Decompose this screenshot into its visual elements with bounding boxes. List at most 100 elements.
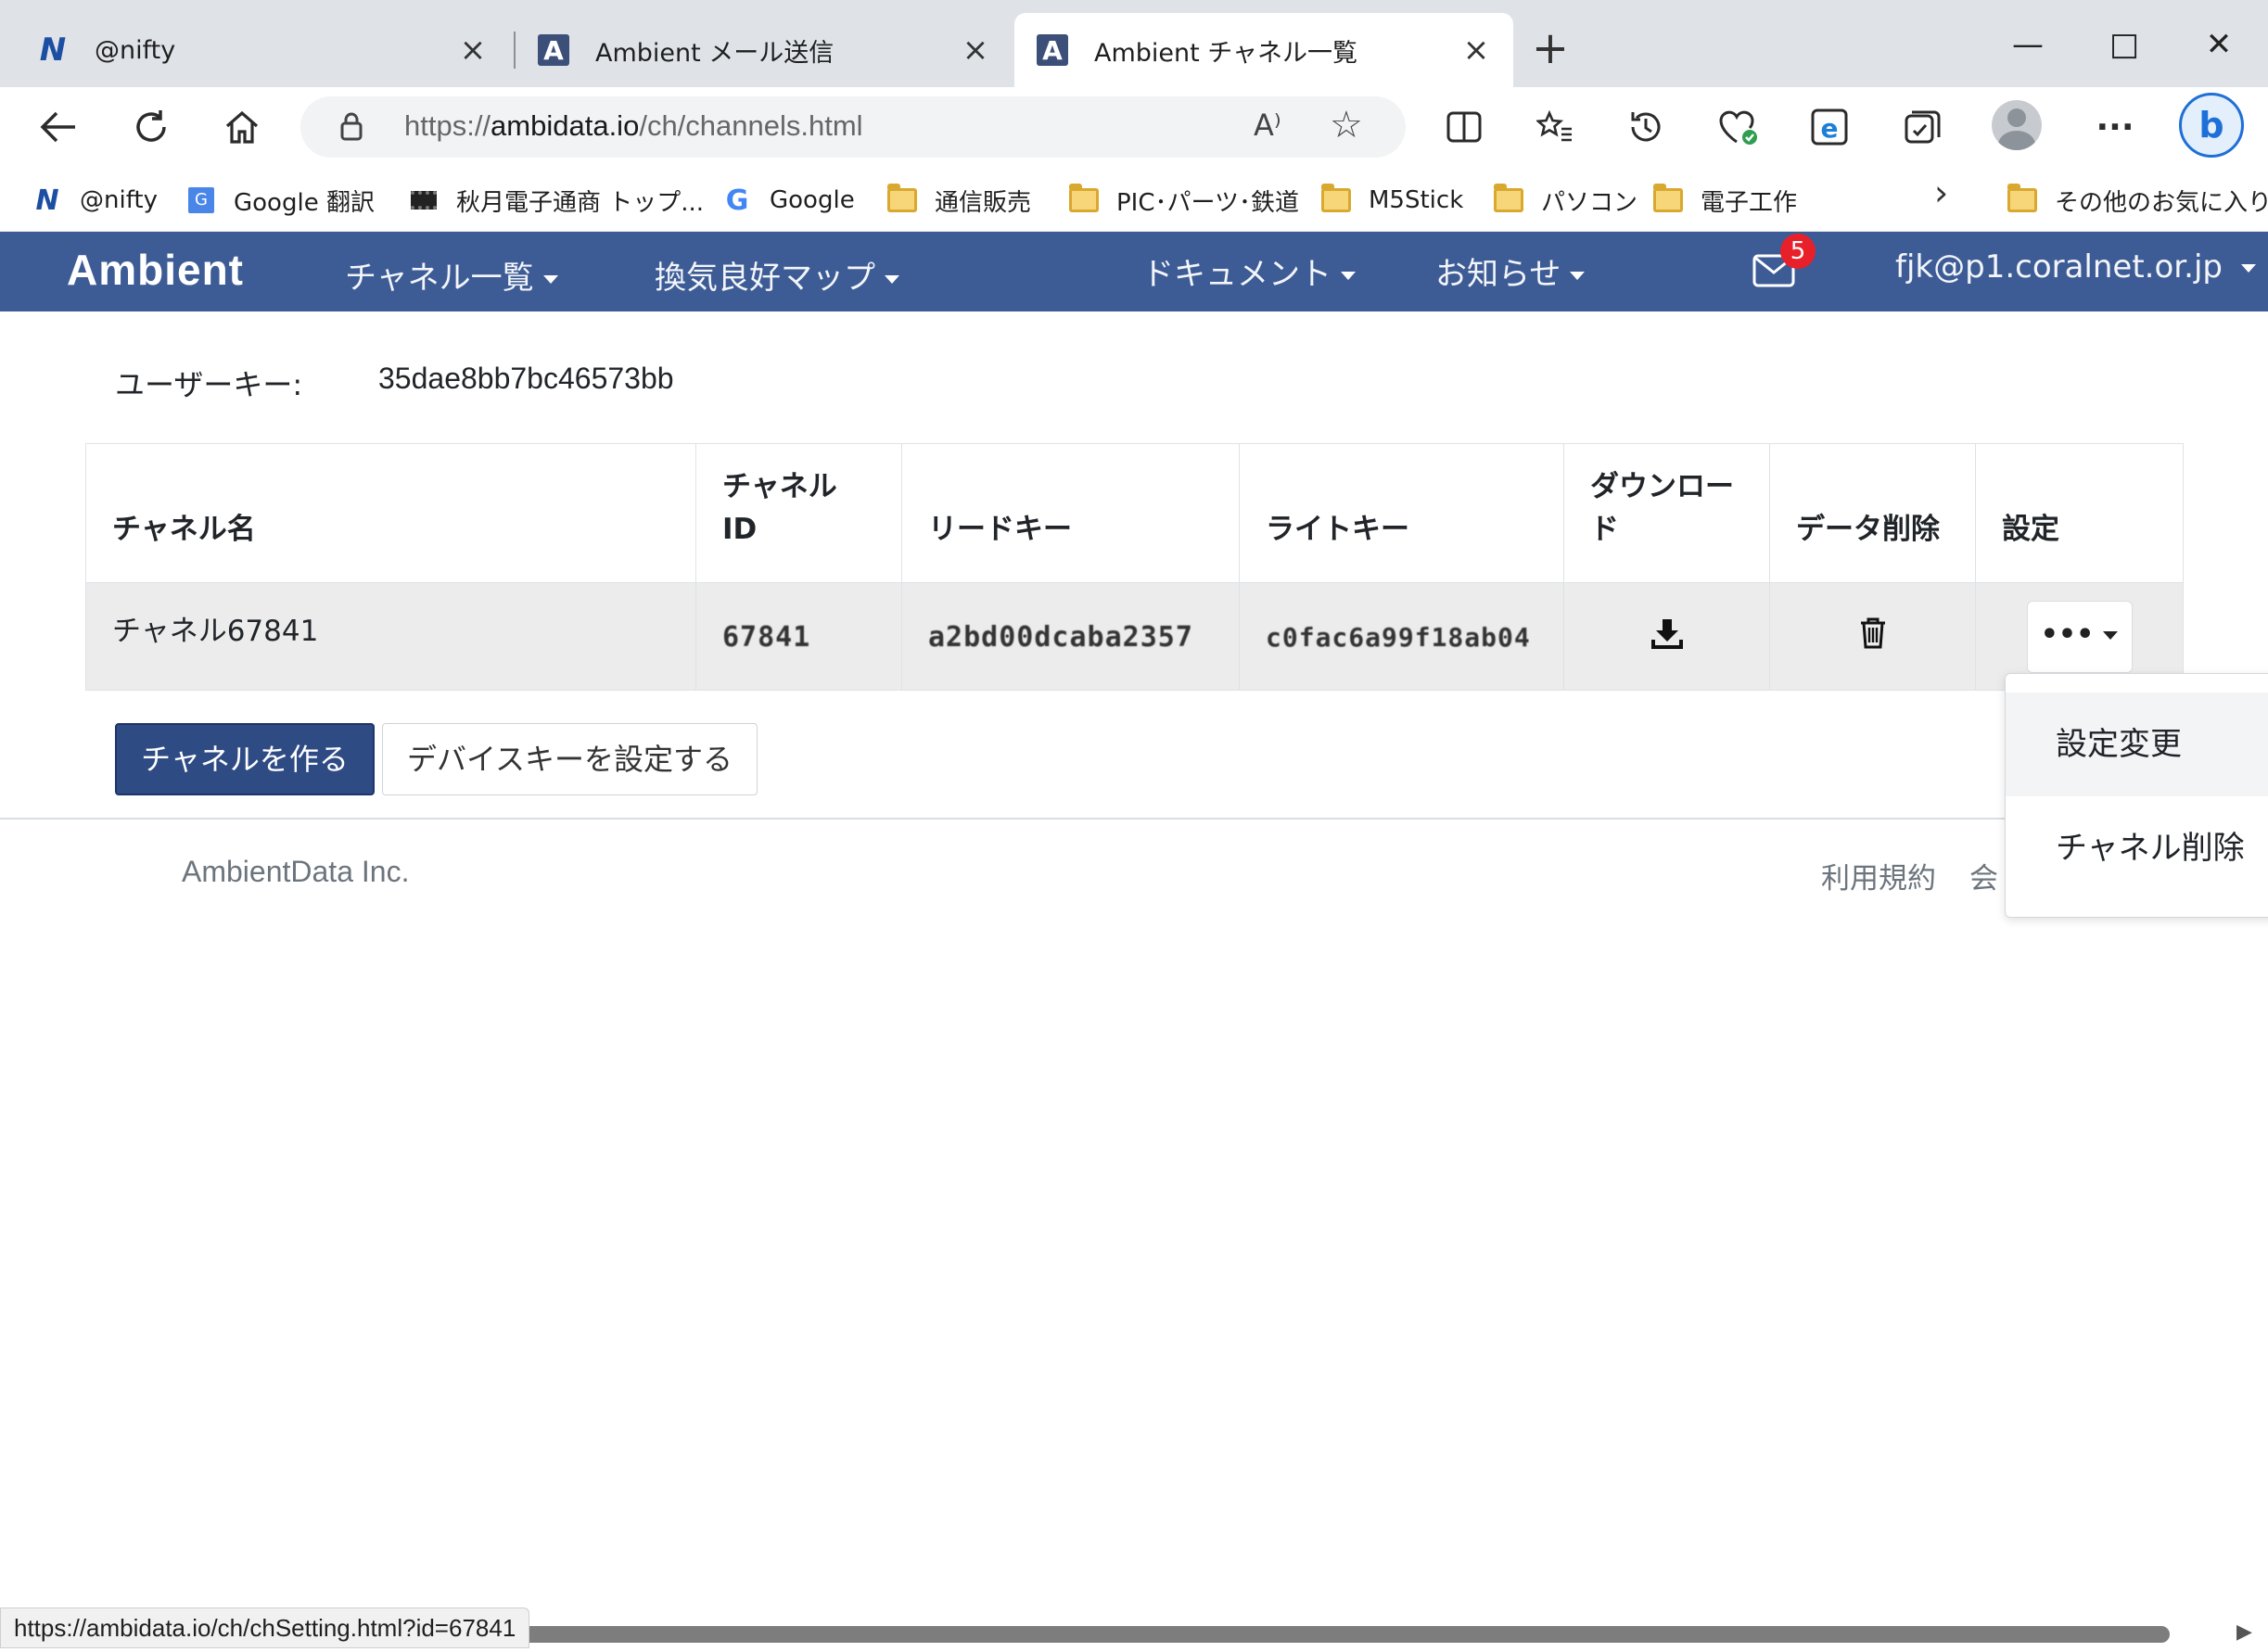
chevron-right-icon[interactable]: › xyxy=(1934,172,1948,213)
menu-item-change-settings[interactable]: 設定変更 xyxy=(2006,693,2268,796)
favorites-icon[interactable] xyxy=(1524,96,1586,158)
profile-avatar[interactable] xyxy=(1992,100,2042,150)
channel-id: 67841 xyxy=(722,620,811,654)
back-icon[interactable] xyxy=(28,96,89,158)
write-key-cell: c0fac6a99f18ab04 xyxy=(1239,582,1564,691)
menu-item-delete-channel[interactable]: チャネル削除 xyxy=(2006,796,2268,900)
set-device-key-button[interactable]: デバイスキーを設定する xyxy=(382,723,758,795)
delete-data-cell xyxy=(1769,582,1976,691)
tab-close-icon[interactable]: × xyxy=(1458,32,1495,69)
nav-news-dropdown[interactable]: お知らせ xyxy=(1435,248,1586,294)
column-header-download: ダウンロード xyxy=(1563,443,1770,583)
nav-ventilation-map-dropdown[interactable]: 換気良好マップ xyxy=(655,252,899,298)
tab-close-icon[interactable]: × xyxy=(957,32,994,69)
nav-documents-dropdown[interactable]: ドキュメント xyxy=(1142,248,1356,294)
tab-ambient-mail[interactable]: A Ambient メール送信 × xyxy=(517,13,1013,87)
caret-down-icon xyxy=(1341,272,1356,280)
lock-icon[interactable] xyxy=(339,111,363,145)
more-menu-icon[interactable]: ··· xyxy=(2084,96,2146,158)
bookmark-folder-pc[interactable]: パソコン xyxy=(1493,180,1637,221)
read-aloud-icon[interactable]: A⁾ xyxy=(1254,108,1281,143)
reload-icon[interactable] xyxy=(121,96,182,158)
bookmark-akizuki[interactable]: 秋月電子通商 トップ... xyxy=(408,180,704,221)
column-header-read-key: リードキー xyxy=(901,443,1240,583)
user-key-value: 35dae8bb7bc46573bb xyxy=(378,362,674,395)
bing-copilot-icon[interactable]: b xyxy=(2179,93,2244,158)
browser-essentials-icon[interactable] xyxy=(1708,96,1769,158)
home-icon[interactable] xyxy=(211,96,273,158)
history-icon[interactable] xyxy=(1615,96,1676,158)
folder-icon xyxy=(1652,184,1684,213)
favorite-star-icon[interactable]: ☆ xyxy=(1330,104,1363,146)
scroll-right-icon[interactable]: ▶ xyxy=(2236,1620,2252,1644)
browser-toolbar: https://ambidata.io/ch/channels.html A⁾ … xyxy=(0,87,2268,167)
footer-link-terms[interactable]: 利用規約 xyxy=(1821,855,1936,896)
user-key-label: ユーザーキー: xyxy=(115,367,303,402)
status-bar-url: https://ambidata.io/ch/chSetting.html?id… xyxy=(0,1608,530,1648)
bookmark-label: 通信販売 xyxy=(935,188,1032,217)
minimize-icon[interactable]: — xyxy=(1995,17,2060,72)
footer-link-company[interactable]: 会 xyxy=(1969,855,1998,896)
browser-tab-strip: N @nifty × A Ambient メール送信 × A Ambient チ… xyxy=(0,0,2268,87)
tab-title: @nifty xyxy=(95,35,176,65)
bookmark-google-translate[interactable]: G Google 翻訳 xyxy=(185,180,375,221)
tab-nifty[interactable]: N @nifty × xyxy=(0,13,510,87)
folder-icon xyxy=(1068,184,1100,213)
svg-text:e: e xyxy=(1821,113,1839,144)
google-translate-icon: G xyxy=(185,187,217,213)
column-header-delete-data: データ削除 xyxy=(1769,443,1976,583)
bookmark-folder-pic[interactable]: PIC･パーツ･鉄道 xyxy=(1068,180,1299,221)
table-row: チャネル67841 67841 a2bd00dcaba2357 c0fac6a9… xyxy=(85,582,2184,691)
bookmark-folder-denshi[interactable]: 電子工作 xyxy=(1652,180,1797,221)
bookmark-google[interactable]: G Google xyxy=(721,180,855,221)
folder-icon xyxy=(1320,184,1352,213)
split-screen-icon[interactable] xyxy=(1433,96,1495,158)
brand-logo[interactable]: Ambient xyxy=(67,245,244,295)
tab-ambient-channels[interactable]: A Ambient チャネル一覧 × xyxy=(1014,13,1513,87)
caret-down-icon xyxy=(2240,264,2256,273)
maximize-icon[interactable]: □ xyxy=(2092,17,2157,72)
address-url[interactable]: https://ambidata.io/ch/channels.html xyxy=(404,109,863,143)
column-header-channel-name: チャネル名 xyxy=(85,443,696,583)
new-tab-icon[interactable]: + xyxy=(1528,26,1573,72)
channel-name: チャネル67841 xyxy=(112,615,319,648)
nav-user-dropdown[interactable]: fjk@p1.coralnet.or.jp xyxy=(1895,248,2256,286)
nav-label: 換気良好マップ xyxy=(655,260,875,297)
bookmark-label: 電子工作 xyxy=(1701,188,1798,217)
horizontal-scrollbar[interactable] xyxy=(519,1626,2170,1643)
footer-copyright: AmbientData Inc. xyxy=(182,855,410,888)
nav-channels-dropdown[interactable]: チャネル一覧 xyxy=(345,252,558,298)
nav-label: チャネル一覧 xyxy=(345,260,534,297)
bookmark-label: パソコン xyxy=(1541,188,1638,217)
caret-down-icon xyxy=(2103,630,2119,640)
channel-name-cell[interactable]: チャネル67841 xyxy=(85,582,696,691)
nav-label: ドキュメント xyxy=(1142,256,1331,293)
tab-title: Ambient チャネル一覧 xyxy=(1094,38,1358,68)
collections-icon[interactable] xyxy=(1892,96,1953,158)
ambient-icon: A xyxy=(1037,34,1068,66)
table-header-row: チャネル名 チャネル ID リードキー ライトキー ダウンロード データ削除 設定 xyxy=(85,443,2184,583)
channel-table: チャネル名 チャネル ID リードキー ライトキー ダウンロード データ削除 設定… xyxy=(85,443,2184,691)
trash-icon[interactable] xyxy=(1859,617,1887,656)
bookmark-folder-other[interactable]: その他のお気に入り xyxy=(2007,180,2268,221)
folder-icon xyxy=(886,184,918,213)
caret-down-icon xyxy=(542,275,558,284)
bookmark-folder-tsushin[interactable]: 通信販売 xyxy=(886,180,1031,221)
tab-title: Ambient メール送信 xyxy=(595,38,835,68)
address-bar[interactable]: https://ambidata.io/ch/channels.html A⁾ … xyxy=(300,96,1406,158)
column-header-channel-id: チャネル ID xyxy=(695,443,902,583)
bookmark-folder-m5stick[interactable]: M5Stick xyxy=(1320,180,1463,221)
column-header-settings: 設定 xyxy=(1975,443,2184,583)
create-channel-button[interactable]: チャネルを作る xyxy=(115,723,375,795)
tab-close-icon[interactable]: × xyxy=(454,32,491,69)
ambient-icon: A xyxy=(538,34,569,66)
download-icon[interactable] xyxy=(1650,618,1683,656)
chip-icon xyxy=(408,187,440,213)
caret-down-icon xyxy=(885,275,899,284)
download-cell xyxy=(1563,582,1770,691)
bookmark-nifty[interactable]: N @nifty xyxy=(32,180,158,221)
ie-mode-icon[interactable]: e xyxy=(1799,96,1860,158)
window-close-icon[interactable]: ✕ xyxy=(2186,17,2251,72)
settings-menu-button[interactable]: ••• xyxy=(2026,600,2133,673)
write-key: c0fac6a99f18ab04 xyxy=(1266,621,1531,653)
